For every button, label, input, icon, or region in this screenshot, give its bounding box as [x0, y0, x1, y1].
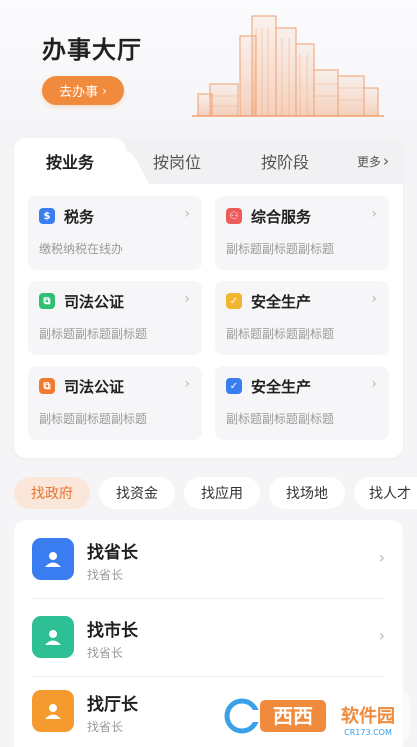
notary-icon: ⧉	[39, 378, 55, 394]
tile-title: 安全生产	[251, 378, 312, 396]
chevron-right-icon: ›	[371, 206, 377, 222]
more-link[interactable]: 更多 ›	[357, 138, 389, 184]
filter-chip-talent[interactable]: 找人才	[354, 477, 417, 509]
filter-chip-funding[interactable]: 找资金	[99, 477, 175, 509]
list-item[interactable]: 找省长 找省长 ›	[14, 520, 403, 600]
svg-text:CR173.COM: CR173.COM	[344, 728, 392, 737]
tab-label: 按业务	[45, 153, 94, 172]
tile-subtitle: 缴税纳税在线办	[39, 242, 124, 256]
chevron-right-icon: ›	[371, 291, 377, 307]
tile-subtitle: 副标题副标题副标题	[226, 412, 335, 426]
tab-by-stage[interactable]: 按阶段	[261, 138, 309, 184]
person-icon	[32, 690, 74, 732]
list-item[interactable]: 找市长 找省长 ›	[14, 598, 403, 678]
list-item-title: 找市长	[87, 621, 138, 641]
category-tabs: 按业务 按岗位 按阶段 更多 ›	[14, 138, 403, 184]
chevron-right-icon: ›	[371, 376, 377, 392]
tile-title: 司法公证	[64, 378, 125, 396]
city-skyline-illustration	[192, 15, 384, 117]
safety-shield-icon: ✓	[226, 293, 242, 309]
tile-subtitle: 副标题副标题副标题	[39, 327, 148, 341]
list-item-subtitle: 找省长	[87, 720, 124, 734]
svg-text:软件园: 软件园	[341, 705, 395, 727]
header: 办事大厅 去办事 ›	[0, 0, 417, 150]
list-item-subtitle: 找省长	[87, 646, 124, 660]
tile-safety-production[interactable]: ✓ 安全生产 › 副标题副标题副标题	[215, 366, 389, 440]
list-item-subtitle: 找省长	[87, 568, 124, 582]
chevron-right-icon: ›	[102, 83, 107, 98]
service-card: 按业务 按岗位 按阶段 更多 › $ 税务 › 缴税纳税在线办 ⚇ 综合服务 ›…	[14, 138, 403, 458]
tile-tax[interactable]: $ 税务 › 缴税纳税在线办	[28, 196, 202, 270]
more-label: 更多	[356, 154, 381, 169]
chevron-right-icon: ›	[184, 291, 190, 307]
chevron-right-icon: ›	[378, 626, 385, 645]
chevron-right-icon: ›	[184, 376, 190, 392]
page: 办事大厅 去办事 › 按业务 按岗位 按阶段 更多 › $ 税务 › 缴税纳税在…	[0, 0, 417, 747]
go-button-label: 去办事	[59, 85, 99, 100]
svg-text:西西: 西西	[273, 704, 313, 728]
chevron-right-icon: ›	[184, 206, 190, 222]
tax-icon: $	[39, 208, 55, 224]
filter-chip-applications[interactable]: 找应用	[184, 477, 260, 509]
go-handle-button[interactable]: 去办事 ›	[42, 76, 124, 105]
tile-title: 税务	[64, 208, 95, 226]
tile-notary[interactable]: ⧉ 司法公证 › 副标题副标题副标题	[28, 366, 202, 440]
tile-subtitle: 副标题副标题副标题	[226, 327, 335, 341]
chevron-right-icon: ›	[383, 152, 389, 170]
list-item-title: 找厅长	[87, 695, 138, 715]
tile-safety-production[interactable]: ✓ 安全生产 › 副标题副标题副标题	[215, 281, 389, 355]
person-icon	[32, 538, 74, 580]
tile-title: 司法公证	[64, 293, 125, 311]
chevron-right-icon: ›	[378, 548, 385, 567]
tile-general-service[interactable]: ⚇ 综合服务 › 副标题副标题副标题	[215, 196, 389, 270]
person-icon	[32, 616, 74, 658]
tile-notary[interactable]: ⧉ 司法公证 › 副标题副标题副标题	[28, 281, 202, 355]
filter-chip-venues[interactable]: 找场地	[269, 477, 345, 509]
service-people-icon: ⚇	[226, 208, 242, 224]
cr173-watermark-logo: 西西 软件园 CR173.COM	[220, 692, 410, 740]
safety-shield-icon: ✓	[226, 378, 242, 394]
page-title: 办事大厅	[42, 36, 142, 64]
tile-subtitle: 副标题副标题副标题	[226, 242, 335, 256]
tile-subtitle: 副标题副标题副标题	[39, 412, 148, 426]
tab-by-position[interactable]: 按岗位	[153, 138, 201, 184]
tile-title: 综合服务	[251, 208, 312, 226]
notary-icon: ⧉	[39, 293, 55, 309]
list-item-title: 找省长	[87, 543, 138, 563]
filter-chip-government[interactable]: 找政府	[14, 477, 90, 509]
tab-by-business[interactable]: 按业务	[14, 138, 126, 184]
tile-title: 安全生产	[251, 293, 312, 311]
